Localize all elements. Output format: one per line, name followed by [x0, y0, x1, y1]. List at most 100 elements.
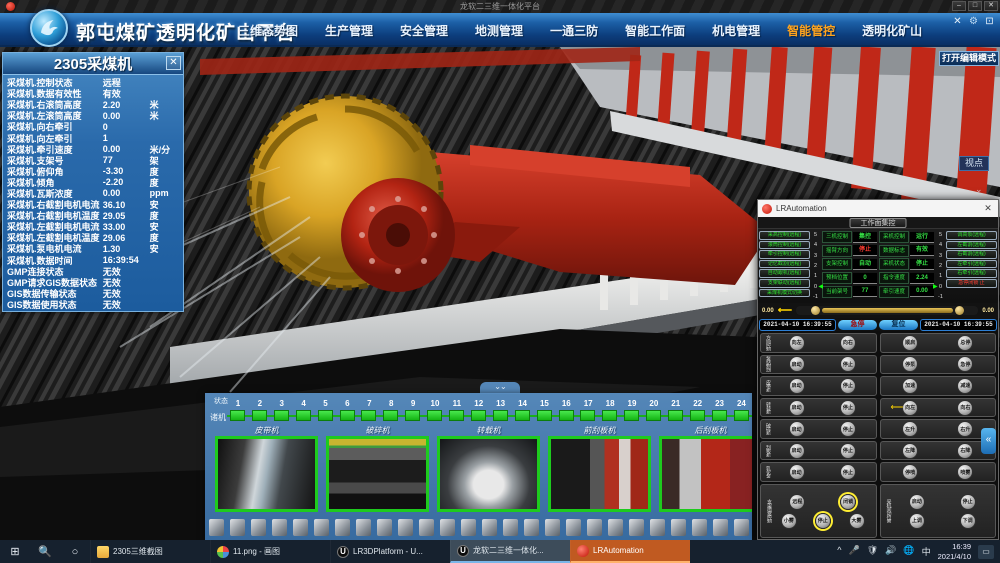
- taskbar-clock[interactable]: 16:39 2021/4/10: [938, 542, 971, 561]
- round-button[interactable]: 停止: [840, 356, 856, 372]
- thumbnail[interactable]: [545, 519, 560, 536]
- round-button[interactable]: 启动: [789, 443, 805, 459]
- camera-feed[interactable]: 转载机: [437, 425, 540, 512]
- minimize-button[interactable]: –: [952, 1, 966, 11]
- camera-image[interactable]: [437, 436, 540, 512]
- remote-button[interactable]: 自动跟机(远程): [759, 269, 810, 278]
- traction-slider[interactable]: [796, 306, 978, 315]
- status-square[interactable]: [712, 410, 727, 421]
- camera-feed[interactable]: 皮带机: [215, 425, 318, 512]
- camera-feed[interactable]: 后刮板机: [659, 425, 752, 512]
- remote-button[interactable]: 调高泵(远程): [946, 231, 997, 240]
- slider-knob-left[interactable]: [811, 306, 820, 315]
- remote-button[interactable]: 记忆截割(远程): [759, 260, 810, 269]
- camera-image[interactable]: [548, 436, 651, 512]
- slider-knob-right[interactable]: [955, 306, 964, 315]
- thumbnail[interactable]: [209, 519, 224, 536]
- gear-icon[interactable]: ⚙: [967, 15, 980, 28]
- thumbnail[interactable]: [713, 519, 728, 536]
- round-button[interactable]: 下调: [960, 513, 976, 529]
- start-button[interactable]: ⊞: [0, 540, 30, 563]
- camera-image[interactable]: [326, 436, 429, 512]
- remote-button[interactable]: 牵引控制(远程): [759, 250, 810, 259]
- task-item-3[interactable]: ULR3DPlatform - U...: [330, 540, 450, 563]
- nav-item-4[interactable]: 地测管理: [475, 22, 523, 39]
- remote-button[interactable]: 左截割(远程): [946, 241, 997, 250]
- status-square[interactable]: [230, 410, 245, 421]
- thumbnail[interactable]: [251, 519, 266, 536]
- status-square[interactable]: [361, 410, 376, 421]
- tray-icon-1[interactable]: ^: [837, 545, 841, 558]
- thumbnail[interactable]: [398, 519, 413, 536]
- round-button[interactable]: 左降: [902, 443, 918, 459]
- status-square[interactable]: [252, 410, 267, 421]
- status-square[interactable]: [515, 410, 530, 421]
- viewpoint-tab[interactable]: 视点: [959, 156, 989, 171]
- round-button[interactable]: 急停: [957, 356, 973, 372]
- camera-image[interactable]: [659, 436, 752, 512]
- round-button[interactable]: 总停: [957, 335, 973, 351]
- task-item-4[interactable]: U龙软二三维一体化...: [450, 540, 570, 563]
- status-square[interactable]: [405, 410, 420, 421]
- thumbnail[interactable]: [461, 519, 476, 536]
- nav-item-8[interactable]: 智能管控: [787, 22, 835, 39]
- thumbnail[interactable]: [587, 519, 602, 536]
- thumbnail[interactable]: [272, 519, 287, 536]
- tray-icon-3[interactable]: 🛡: [867, 545, 878, 558]
- round-button[interactable]: 停止: [840, 421, 856, 437]
- thumbnail[interactable]: [524, 519, 539, 536]
- remote-button[interactable]: 左牵引(远程): [946, 260, 997, 269]
- round-button[interactable]: 右升: [957, 421, 973, 437]
- status-square[interactable]: [340, 410, 355, 421]
- round-button[interactable]: 启动: [789, 378, 805, 394]
- tray-icon-6[interactable]: 中: [922, 545, 931, 558]
- thumbnail[interactable]: [314, 519, 329, 536]
- status-square[interactable]: [493, 410, 508, 421]
- round-button[interactable]: 停止: [815, 513, 831, 529]
- thumbnail[interactable]: [566, 519, 581, 536]
- round-button[interactable]: 停止: [840, 464, 856, 480]
- thumbnail[interactable]: [734, 519, 749, 536]
- close-button[interactable]: ✕: [984, 1, 998, 11]
- nav-item-6[interactable]: 智能工作面: [625, 22, 685, 39]
- cortana-icon[interactable]: ○: [60, 540, 90, 563]
- status-square[interactable]: [580, 410, 595, 421]
- round-button[interactable]: 停止: [840, 400, 856, 416]
- status-square[interactable]: [274, 410, 289, 421]
- status-square[interactable]: [383, 410, 398, 421]
- thumbnail[interactable]: [356, 519, 371, 536]
- notification-icon[interactable]: ▭: [978, 545, 994, 559]
- thumbnail[interactable]: [335, 519, 350, 536]
- chevron-down-icon[interactable]: ⌄: [975, 184, 983, 195]
- nav-item-3[interactable]: 安全管理: [400, 22, 448, 39]
- round-button[interactable]: 停喷: [902, 464, 918, 480]
- camera-feed[interactable]: 前刮板机: [548, 425, 651, 512]
- edit-mode-button[interactable]: 打开编辑模式: [939, 51, 999, 66]
- thumbnail[interactable]: [230, 519, 245, 536]
- remote-button[interactable]: 急停闭锁 止: [946, 279, 997, 288]
- nav-item-1[interactable]: 三维态势图: [238, 22, 298, 39]
- close-icon[interactable]: ✕: [166, 56, 181, 70]
- round-button[interactable]: 启动: [789, 356, 805, 372]
- thumbnail-strip[interactable]: [209, 519, 749, 536]
- reset-button[interactable]: 复位: [879, 320, 918, 330]
- round-button[interactable]: 启动: [789, 400, 805, 416]
- task-item-1[interactable]: 2305三维截图: [90, 540, 210, 563]
- status-square[interactable]: [690, 410, 705, 421]
- status-square[interactable]: [602, 410, 617, 421]
- remote-button[interactable]: 右牵引(远程): [946, 269, 997, 278]
- thumbnail[interactable]: [440, 519, 455, 536]
- round-button[interactable]: 向右: [957, 400, 973, 416]
- nav-item-9[interactable]: 透明化矿山: [862, 22, 922, 39]
- status-square[interactable]: [734, 410, 749, 421]
- shearer-panel-header[interactable]: 2305采煤机 ✕: [3, 53, 183, 75]
- round-button[interactable]: 停止: [840, 443, 856, 459]
- tray-icon-2[interactable]: 🎤: [849, 545, 860, 558]
- round-button[interactable]: 上调: [909, 513, 925, 529]
- round-button[interactable]: 启动: [789, 464, 805, 480]
- remote-button[interactable]: 采煤机模式切换: [759, 289, 810, 298]
- status-square[interactable]: [296, 410, 311, 421]
- thumbnail[interactable]: [671, 519, 686, 536]
- thumbnail[interactable]: [650, 519, 665, 536]
- nav-item-7[interactable]: 机电管理: [712, 22, 760, 39]
